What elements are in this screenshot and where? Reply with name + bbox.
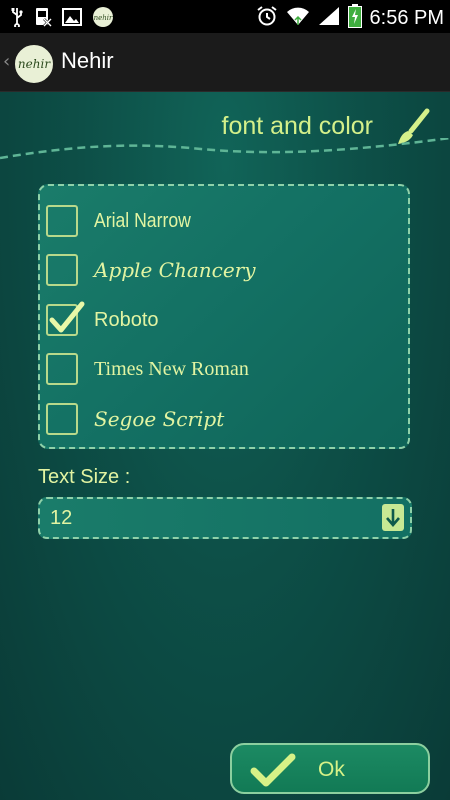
text-size-label: Text Size : [38,466,131,488]
ok-button[interactable]: Ok [230,743,430,794]
font-options-panel: Arial Narrow Apple Chancery Roboto Times… [38,184,410,449]
app-logo-text: nehir [17,57,51,71]
checkbox[interactable] [46,353,78,385]
alarm-icon [256,5,278,31]
section-title: font and color [221,112,374,140]
checkbox[interactable] [46,403,78,435]
font-option-label: Roboto [94,308,159,331]
font-option-label: Times New Roman [94,357,249,380]
checkbox-checked[interactable] [46,301,85,336]
text-size-value: 12 [50,507,73,529]
checkmark-icon [250,753,296,787]
battery-charging-icon [347,4,362,32]
svg-text:nehir: nehir [94,14,113,22]
font-option-label: Segoe Script [94,407,225,431]
signal-icon [318,6,340,30]
text-size-select[interactable]: 12 [38,497,412,539]
checkbox[interactable] [46,205,78,237]
font-option-apple-chancery[interactable]: Apple Chancery [46,252,256,288]
gallery-icon [62,8,82,30]
status-right-icons: 6:56 PM [256,4,444,32]
status-time: 6:56 PM [369,6,444,29]
app-logo[interactable]: nehir [13,43,55,85]
font-option-label: Arial Narrow [94,209,191,232]
dropdown-arrow-icon[interactable] [382,504,404,531]
nehir-notification-icon: nehir [92,6,114,32]
status-bar: nehir 6:56 PM [0,0,450,33]
font-option-segoe-script[interactable]: Segoe Script [46,401,224,437]
action-bar: ‹ nehir Nehir [0,33,450,92]
checkmark-icon [49,301,85,333]
back-chevron-icon[interactable]: ‹ [3,51,10,72]
usb-icon [10,7,24,31]
dashed-wave-divider [0,138,450,160]
font-option-label: Apple Chancery [94,258,256,282]
status-left-icons: nehir [10,6,114,32]
app-title: Nehir [61,48,114,73]
sim-icon [34,7,52,31]
font-option-roboto[interactable]: Roboto [46,301,159,338]
checkbox[interactable] [46,254,78,286]
wifi-icon [286,6,310,30]
ok-button-label: Ok [318,758,345,781]
font-option-times-new-roman[interactable]: Times New Roman [46,351,249,387]
font-option-arial-narrow[interactable]: Arial Narrow [46,203,204,239]
